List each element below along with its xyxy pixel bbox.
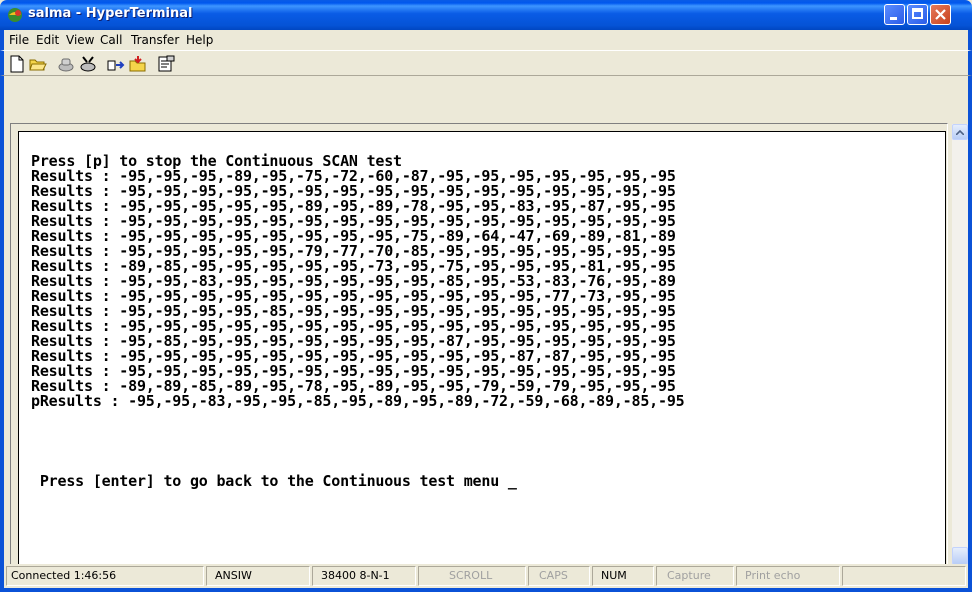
send-icon[interactable] [107,55,125,73]
menu-file[interactable]: File [9,33,29,47]
terminal-line: pResults : -95,-95,-83,-95,-95,-85,-95,-… [31,392,685,410]
scroll-thumb[interactable] [952,547,968,565]
disconnect-icon[interactable] [79,55,97,73]
maximize-button[interactable] [907,4,928,25]
properties-icon[interactable] [157,55,175,73]
close-icon [935,9,946,20]
chevron-up-icon [956,130,964,135]
emulation-status: ANSIW [206,566,310,586]
window-title: salma - HyperTerminal [28,6,193,21]
toolbar [0,50,972,76]
caps-lock-indicator: CAPS [528,566,590,586]
close-button[interactable] [930,4,951,25]
menu-bar: File Edit View Call Transfer Help [0,30,972,50]
menu-view[interactable]: View [66,33,94,47]
minimize-button[interactable] [884,4,905,25]
terminal-prompt: Press [enter] to go back to the Continuo… [31,472,517,490]
menu-transfer[interactable]: Transfer [131,33,179,47]
receive-icon[interactable] [129,55,147,73]
status-bar: Connected 1:46:56 ANSIW 38400 8-N-1 SCRO… [0,564,972,592]
capture-indicator: Capture [656,566,734,586]
print-echo-indicator: Print echo [736,566,840,586]
scroll-up-button[interactable] [952,124,968,140]
title-bar[interactable]: salma - HyperTerminal [0,0,972,30]
num-lock-indicator: NUM [592,566,654,586]
menu-edit[interactable]: Edit [36,33,59,47]
status-blank-panel [842,566,966,586]
open-icon[interactable] [29,55,47,73]
call-icon[interactable] [57,55,75,73]
port-settings-status: 38400 8-N-1 [312,566,416,586]
minimize-icon [890,17,897,20]
terminal-screen[interactable]: Press [p] to stop the Continuous SCAN te… [18,131,946,576]
menu-call[interactable]: Call [100,33,122,47]
new-connection-icon[interactable] [8,55,26,73]
hyperterminal-icon [8,8,22,22]
maximize-icon [912,8,923,19]
scroll-lock-indicator: SCROLL [418,566,526,586]
vertical-scrollbar[interactable] [952,124,968,581]
menu-help[interactable]: Help [186,33,213,47]
connection-status: Connected 1:46:56 [6,566,204,586]
